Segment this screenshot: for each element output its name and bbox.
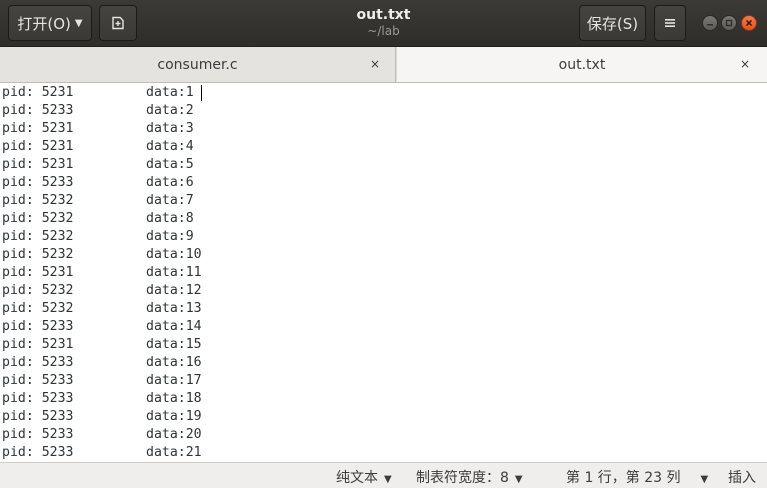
line-pid: pid: 5232	[2, 193, 74, 208]
language-label: 纯文本	[336, 470, 378, 486]
insert-mode-indicator: 插入	[728, 470, 756, 486]
save-button[interactable]: 保存(S)	[579, 5, 646, 41]
line-data: data:17	[146, 373, 202, 388]
line-data: data:20	[146, 427, 202, 442]
line-pid: pid: 5233	[2, 355, 74, 370]
line-pid: pid: 5231	[2, 139, 74, 154]
maximize-icon	[725, 19, 733, 27]
tab-width-selector[interactable]: 制表符宽度：8 ▼	[416, 467, 523, 487]
line-data: data:21	[146, 445, 202, 460]
chevron-down-icon: ▼	[700, 474, 709, 485]
hamburger-menu-icon	[664, 17, 676, 29]
line-data: data:15	[146, 337, 202, 352]
line-pid: pid: 5233	[2, 445, 74, 460]
menu-button[interactable]	[654, 5, 686, 41]
line-pid: pid: 5232	[2, 229, 74, 244]
line-data: data:3	[146, 121, 194, 136]
line-pid: pid: 5231	[2, 157, 74, 172]
new-document-icon	[110, 15, 126, 31]
window-subtitle: ~/lab	[367, 24, 400, 38]
line-data: data:9	[146, 229, 194, 244]
line-pid: pid: 5233	[2, 175, 74, 190]
maximize-button[interactable]	[721, 15, 737, 31]
line-pid: pid: 5232	[2, 301, 74, 316]
close-icon	[745, 19, 753, 27]
line-pid: pid: 5233	[2, 373, 74, 388]
line-pid: pid: 5231	[2, 337, 74, 352]
line-data: data:12	[146, 283, 202, 298]
line-pid: pid: 5233	[2, 409, 74, 424]
line-pid: pid: 5233	[2, 103, 74, 118]
open-button-label: 打开(O)	[17, 14, 71, 33]
open-dropdown-arrow-icon: ▼	[74, 17, 83, 29]
text-cursor	[201, 85, 202, 101]
line-pid: pid: 5233	[2, 391, 74, 406]
text-editor[interactable]: pid: 5231 data:1 pid: 5233 data:2 pid: 5231 d…	[0, 84, 767, 462]
close-window-button[interactable]	[741, 15, 757, 31]
tab-bar: consumer.c × out.txt ×	[0, 47, 767, 83]
chevron-down-icon: ▼	[384, 474, 392, 485]
minimize-icon	[706, 19, 714, 27]
line-pid: pid: 5232	[2, 211, 74, 226]
tab-close-icon[interactable]: ×	[370, 57, 380, 71]
line-pid: pid: 5233	[2, 319, 74, 334]
line-data: data:10	[146, 247, 202, 262]
line-data: data:11	[146, 265, 202, 280]
tab-width-label: 制表符宽度：8	[416, 470, 509, 486]
tab-label: consumer.c	[157, 56, 238, 73]
line-pid: pid: 5232	[2, 283, 74, 298]
line-pid: pid: 5231	[2, 265, 74, 280]
minimize-button[interactable]	[702, 15, 718, 31]
tab-close-icon[interactable]: ×	[740, 57, 750, 71]
line-data: data:18	[146, 391, 202, 406]
header-bar: 打开(O) ▼ out.txt ~/lab 保存(S)	[0, 0, 767, 47]
line-pid: pid: 5233	[2, 427, 74, 442]
open-button[interactable]: 打开(O) ▼	[8, 5, 92, 41]
status-bar: 纯文本 ▼ 制表符宽度：8 ▼ 第 1 行，第 23 列 ▼ 插入	[0, 462, 767, 488]
line-data: data:7	[146, 193, 194, 208]
window-title: out.txt	[356, 7, 411, 23]
line-data: data:6	[146, 175, 194, 190]
tab-out-txt[interactable]: out.txt ×	[397, 47, 767, 82]
line-data: data:16	[146, 355, 202, 370]
line-data: data:19	[146, 409, 202, 424]
line-data: data:5	[146, 157, 194, 172]
line-data: data:1	[146, 85, 194, 100]
tab-label: out.txt	[558, 56, 606, 73]
line-data: data:14	[146, 319, 202, 334]
cursor-position-label: 第 1 行，第 23 列	[566, 470, 681, 486]
line-pid: pid: 5232	[2, 247, 74, 262]
line-data: data:4	[146, 139, 194, 154]
chevron-down-icon: ▼	[514, 474, 523, 485]
line-data: data:8	[146, 211, 194, 226]
line-data: data:2	[146, 103, 194, 118]
new-document-button[interactable]	[99, 5, 137, 41]
cursor-position-selector[interactable]: 第 1 行，第 23 列 ▼	[566, 467, 708, 487]
line-pid: pid: 5231	[2, 85, 74, 100]
line-pid: pid: 5231	[2, 121, 74, 136]
line-data: data:13	[146, 301, 202, 316]
tab-consumer-c[interactable]: consumer.c ×	[0, 47, 396, 82]
language-selector[interactable]: 纯文本 ▼	[336, 467, 392, 487]
